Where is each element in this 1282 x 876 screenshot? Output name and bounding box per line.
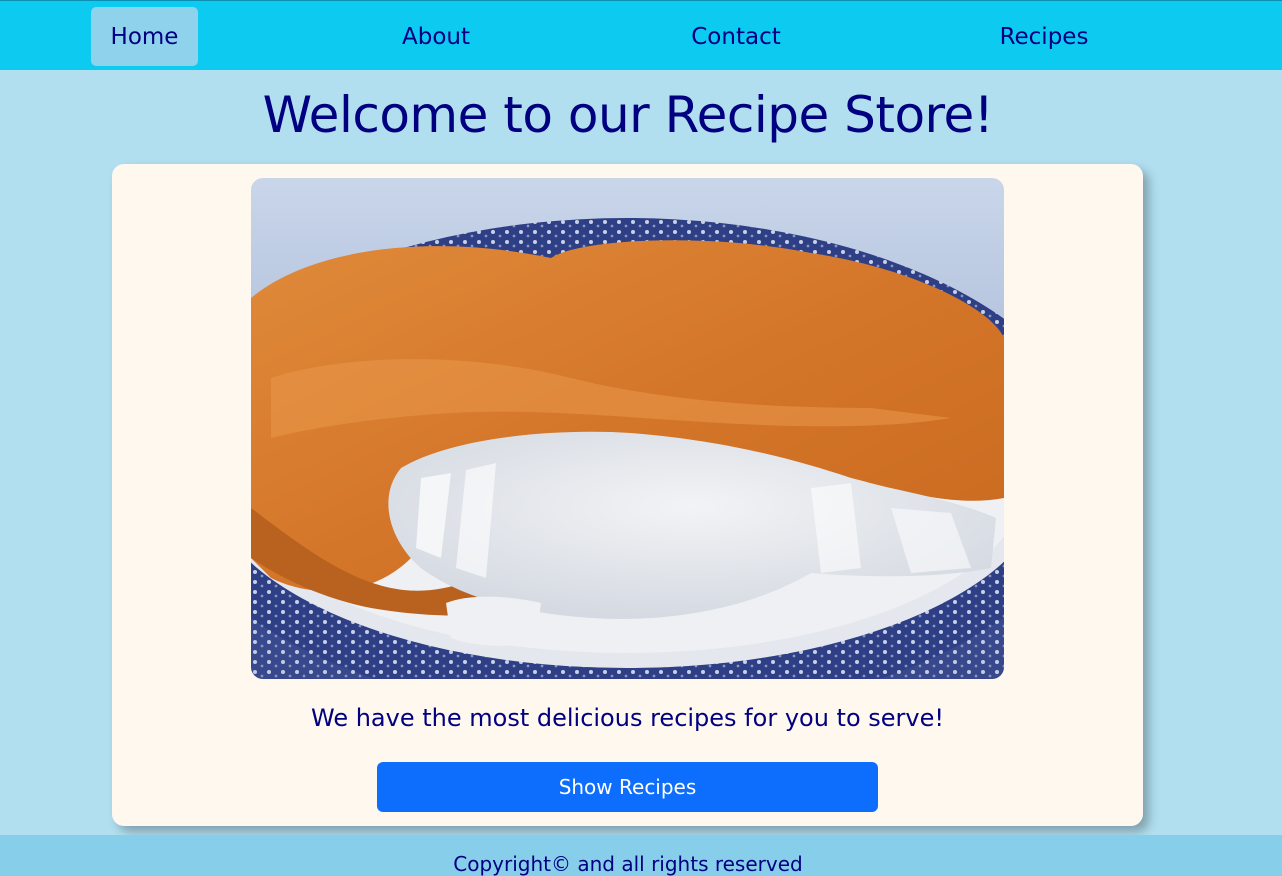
nav-item-about[interactable]: About <box>382 7 490 66</box>
hero-image <box>251 178 1004 679</box>
top-navbar: Home About Contact Recipes <box>0 0 1282 70</box>
nav-item-contact[interactable]: Contact <box>676 7 796 66</box>
footer: Copyright© and all rights reserved <box>0 835 1282 876</box>
nav-item-recipes[interactable]: Recipes <box>988 7 1100 66</box>
page-title: Welcome to our Recipe Store! <box>262 86 994 144</box>
hero-card: We have the most delicious recipes for y… <box>112 164 1143 826</box>
tagline: We have the most delicious recipes for y… <box>311 704 944 732</box>
nav-item-home[interactable]: Home <box>91 7 198 66</box>
show-recipes-button[interactable]: Show Recipes <box>377 762 878 812</box>
footer-copyright: Copyright© and all rights reserved <box>453 852 803 876</box>
